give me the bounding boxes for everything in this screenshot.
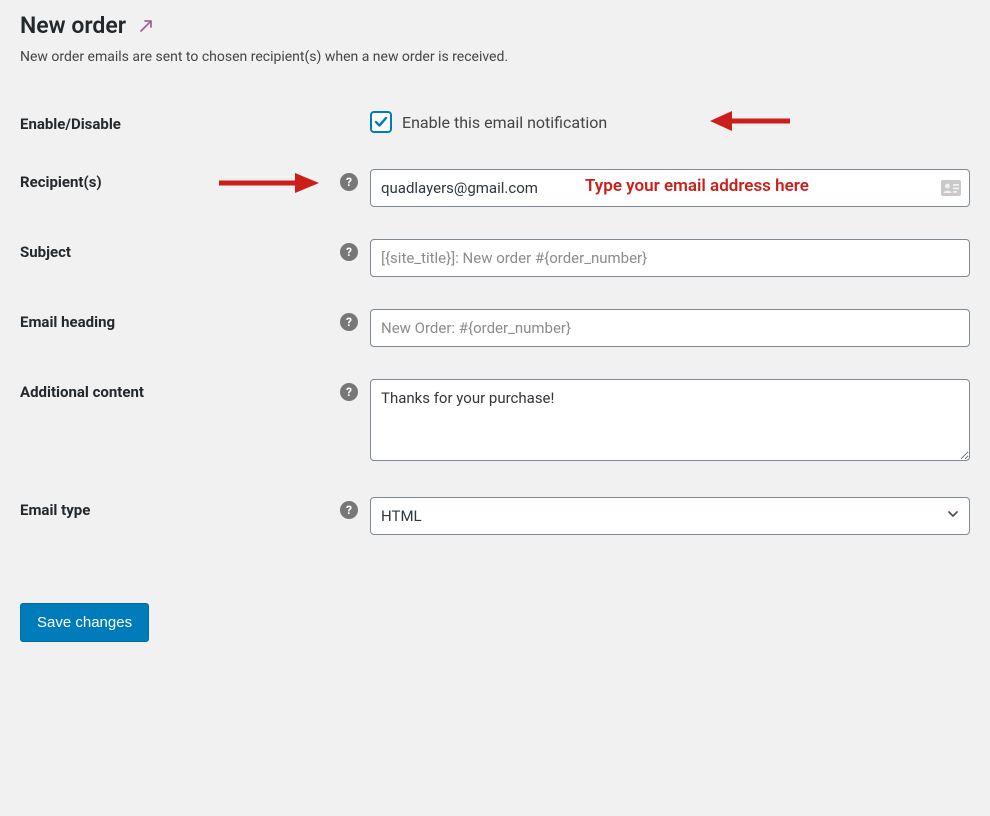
help-icon[interactable]: ?	[340, 501, 358, 519]
help-icon[interactable]: ?	[340, 173, 358, 191]
label-additional: Additional content	[20, 363, 219, 481]
label-enable: Enable/Disable	[20, 95, 219, 153]
page-title: New order	[20, 12, 126, 39]
label-heading: Email heading	[20, 293, 219, 363]
additional-content-textarea[interactable]	[370, 379, 970, 461]
back-link-icon[interactable]	[138, 16, 158, 36]
help-icon[interactable]: ?	[340, 243, 358, 261]
enable-checkbox-label: Enable this email notification	[402, 113, 607, 132]
email-type-select[interactable]: HTML	[370, 497, 970, 535]
help-icon[interactable]: ?	[340, 313, 358, 331]
help-icon[interactable]: ?	[340, 383, 358, 401]
recipient-input[interactable]	[370, 169, 970, 207]
label-recipient: Recipient(s)	[20, 153, 219, 223]
page-description: New order emails are sent to chosen reci…	[20, 49, 970, 65]
email-heading-input[interactable]	[370, 309, 970, 347]
annotation-arrow-enable	[710, 107, 790, 135]
label-subject: Subject	[20, 223, 219, 293]
label-emailtype: Email type	[20, 481, 219, 551]
save-changes-button[interactable]: Save changes	[20, 603, 149, 642]
enable-checkbox[interactable]	[370, 111, 392, 133]
subject-input[interactable]	[370, 239, 970, 277]
annotation-arrow-recipient	[219, 169, 319, 197]
